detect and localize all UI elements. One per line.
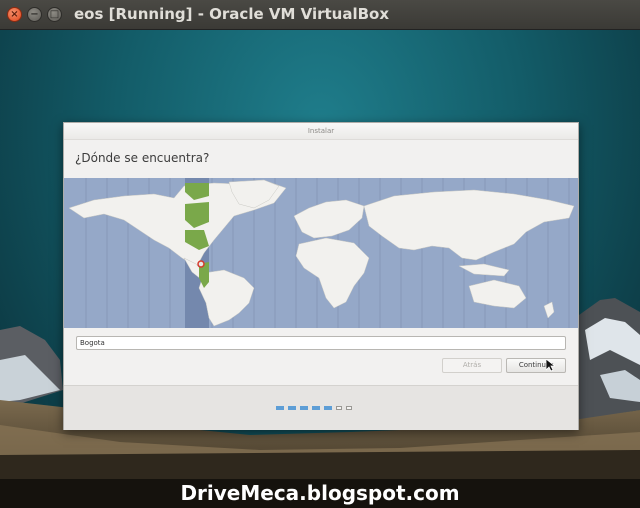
mouse-pointer-icon [546, 359, 555, 372]
dialog-title: Instalar [64, 123, 578, 140]
site-watermark: DriveMeca.blogspot.com [0, 479, 640, 508]
progress-dot-done [312, 406, 320, 410]
timezone-location-input[interactable]: Bogota [76, 336, 566, 350]
progress-dot-done [300, 406, 308, 410]
back-button[interactable]: Atrás [442, 358, 502, 373]
minimize-window-button[interactable]: − [27, 7, 42, 22]
maximize-window-button[interactable]: □ [47, 7, 62, 22]
continue-button[interactable]: Continuar [506, 358, 566, 373]
installer-dialog: Instalar ¿Dónde se encuentra? Bogota Atr… [63, 122, 579, 430]
page-heading: ¿Dónde se encuentra? [75, 151, 210, 165]
close-window-button[interactable]: × [7, 7, 22, 22]
progress-dot-pending [336, 406, 342, 410]
window-title: eos [Running] - Oracle VM VirtualBox [74, 5, 390, 23]
progress-dots [276, 406, 352, 410]
progress-dot-done [276, 406, 284, 410]
vm-window-titlebar: × − □ eos [Running] - Oracle VM VirtualB… [0, 0, 640, 30]
progress-dot-done [288, 406, 296, 410]
timezone-world-map[interactable] [64, 178, 578, 328]
progress-dot-pending [346, 406, 352, 410]
progress-dot-done [324, 406, 332, 410]
location-pin-icon [197, 260, 205, 268]
